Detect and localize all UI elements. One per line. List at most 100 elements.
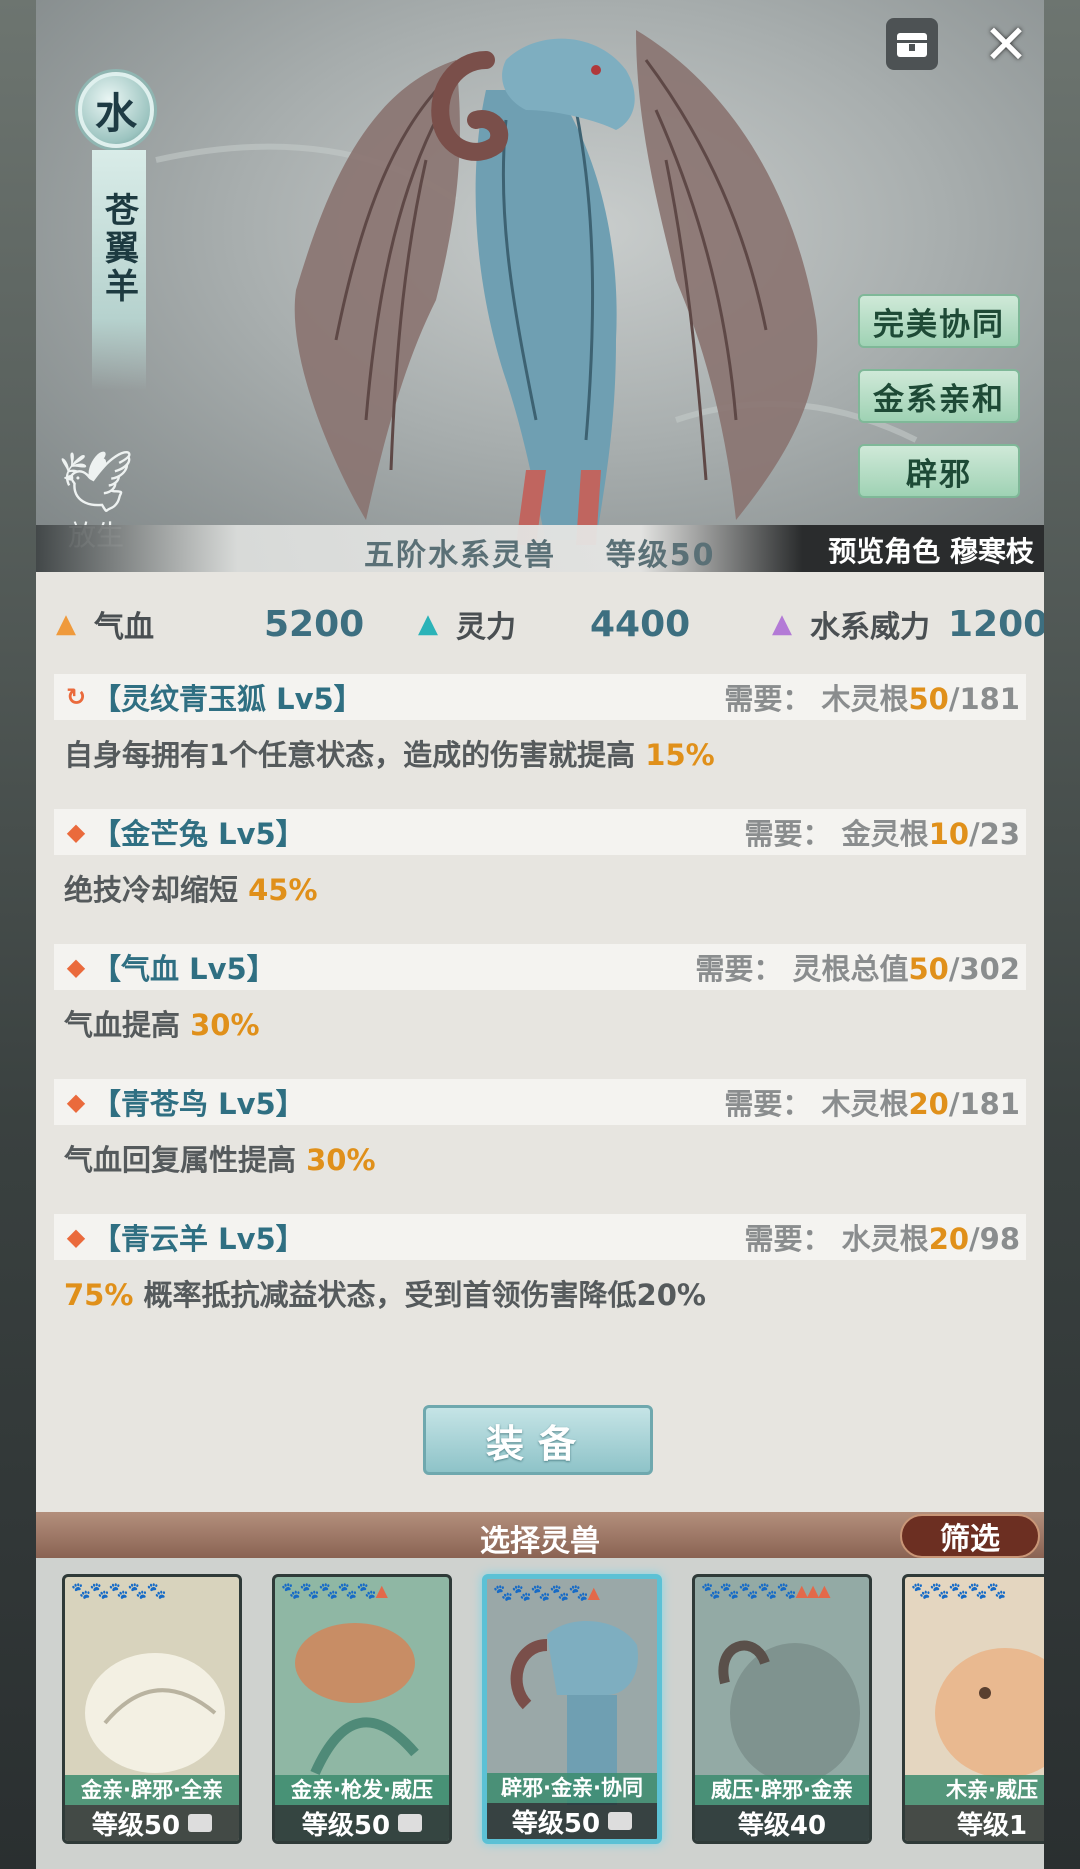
beast-card[interactable]: 🐾🐾🐾🐾🐾▲▲▲ 威压·辟邪·金亲 等级40 — [692, 1574, 872, 1844]
req-max: /181 — [948, 1087, 1020, 1121]
skill-entry[interactable]: ◆ 【青苍鸟 Lv5】 需要： 木灵根20/181 气血回复属性提高 30% — [54, 1079, 1026, 1179]
skill-entry[interactable]: ◆ 【金芒兔 Lv5】 需要： 金灵根10/23 绝技冷却缩短 45% — [54, 809, 1026, 909]
desc-text: 气血回复属性提高 — [64, 1143, 307, 1177]
req-max: /98 — [969, 1222, 1020, 1256]
stat-value: 4400 — [590, 603, 691, 645]
stats-row: ▲ 气血 5200 ▲ 灵力 4400 ▲ 水系威力 1200 — [36, 596, 1044, 652]
req-current: 10 — [928, 817, 970, 851]
preview-character-label: 预览角色 穆寒枝 — [828, 535, 1034, 568]
req-label: 需要： — [744, 1222, 832, 1256]
close-icon: ✕ — [983, 12, 1029, 76]
desc-highlight: 30% — [190, 1008, 260, 1042]
equip-button[interactable]: 装备 — [423, 1405, 653, 1475]
close-button[interactable]: ✕ — [980, 13, 1032, 76]
beast-card-selected[interactable]: 🐾🐾🐾🐾🐾▲ 辟邪·金亲·协同 等级50 — [482, 1574, 662, 1844]
card-level: 等级50 — [275, 1805, 449, 1841]
background-right — [1044, 0, 1080, 1869]
skill-title: ◆ 【青苍鸟 Lv5】 — [64, 1081, 305, 1123]
skill-requirement: 需要： 水灵根20/98 — [745, 1216, 1020, 1258]
skill-title: ◆ 【青云羊 Lv5】 — [64, 1216, 305, 1258]
tier-label: 五阶水系灵兽 — [364, 538, 556, 572]
paw-rating-icon: 🐾🐾🐾🐾🐾▲ — [493, 1583, 600, 1602]
cycle-icon: ↻ — [65, 683, 87, 711]
skill-entry[interactable]: ◆ 【青云羊 Lv5】 需要： 水灵根20/98 75% 概率抵抗减益状态，受到首… — [54, 1214, 1026, 1314]
skill-requirement: 需要： 金灵根10/23 — [745, 811, 1020, 853]
trait-tag-2[interactable]: 金系亲和 — [858, 369, 1020, 423]
stat-spirit: ▲ 灵力 4400 — [418, 596, 690, 652]
desc-highlight: 75% — [64, 1278, 134, 1312]
skill-description: 绝技冷却缩短 45% — [54, 855, 1026, 909]
desc-highlight: 15% — [645, 738, 715, 772]
skill-name: 【金芒兔 Lv5】 — [92, 817, 305, 851]
trait-tag-1[interactable]: 完美协同 — [858, 294, 1020, 348]
paw-rating-icon: 🐾🐾🐾🐾🐾▲▲▲ — [701, 1581, 831, 1600]
desc-text: 自身每拥有1个任意状态，造成的伤害就提高 — [64, 738, 646, 772]
diamond-icon: ◆ — [66, 1223, 86, 1251]
card-level-text: 等级50 — [511, 1808, 601, 1839]
beast-art — [85, 1653, 225, 1773]
card-tags: 金亲·枪发·威压 — [275, 1775, 449, 1805]
skill-entry[interactable]: ◆ 【气血 Lv5】 需要： 灵根总值50/302 气血提高 30% — [54, 944, 1026, 1044]
beast-portrait-area: 水 苍翼羊 🕊 放生 ✕ 完美协同 金系亲和 辟邪 五阶水系灵兽 等级50 预览… — [36, 0, 1044, 572]
beast-detail-panel: 水 苍翼羊 🕊 放生 ✕ 完美协同 金系亲和 辟邪 五阶水系灵兽 等级50 预览… — [36, 0, 1044, 1869]
skill-requirement: 需要： 木灵根50/181 — [724, 676, 1020, 718]
stat-hp: ▲ 气血 5200 — [56, 596, 364, 652]
lock-button[interactable] — [886, 18, 938, 70]
paw-rating-icon: 🐾🐾🐾🐾🐾 — [71, 1581, 167, 1600]
skill-title: ◆ 【金芒兔 Lv5】 — [64, 811, 305, 853]
req-label: 需要： — [724, 1087, 812, 1121]
req-root: 木灵根 — [821, 1087, 909, 1121]
card-level-text: 等级50 — [91, 1810, 181, 1841]
req-root: 金灵根 — [841, 817, 929, 851]
stat-label: 水系威力 — [810, 610, 930, 645]
select-beast-title: 选择灵兽 — [480, 1524, 600, 1559]
card-level: 等级40 — [695, 1805, 869, 1841]
skill-description: 自身每拥有1个任意状态，造成的伤害就提高 15% — [54, 720, 1026, 774]
beast-card[interactable]: 🐾🐾🐾🐾🐾▲ 金亲·枪发·威压 等级50 — [272, 1574, 452, 1844]
desc-highlight: 45% — [248, 873, 318, 907]
skill-title: ↻ 【灵纹青玉狐 Lv5】 — [64, 676, 363, 718]
skill-description: 气血提高 30% — [54, 990, 1026, 1044]
skill-name: 【灵纹青玉狐 Lv5】 — [92, 682, 363, 716]
req-label: 需要： — [744, 817, 832, 851]
beast-card[interactable]: 🐾🐾🐾🐾🐾 金亲·辟邪·全亲 等级50 — [62, 1574, 242, 1844]
req-max: /181 — [948, 682, 1020, 716]
req-max: /23 — [969, 817, 1020, 851]
trait-tag-3[interactable]: 辟邪 — [858, 444, 1020, 498]
skill-header: ◆ 【气血 Lv5】 需要： 灵根总值50/302 — [54, 944, 1026, 990]
card-level-text: 等级1 — [956, 1810, 1028, 1841]
beast-name-banner: 苍翼羊 — [92, 150, 146, 390]
beast-card[interactable]: 🐾🐾🐾🐾🐾 木亲·威压 等级1 — [902, 1574, 1044, 1844]
card-tags: 辟邪·金亲·协同 — [487, 1773, 657, 1803]
skill-name: 【气血 Lv5】 — [92, 952, 276, 986]
lock-icon — [897, 33, 927, 57]
lock-icon — [398, 1814, 423, 1832]
req-label: 需要： — [724, 682, 812, 716]
card-level-text: 等级40 — [737, 1810, 827, 1841]
triangle-icon: ▲ — [56, 609, 76, 639]
level-value: 50 — [669, 538, 716, 572]
desc-text: 概率抵抗减益状态，受到首领伤害降低20% — [133, 1278, 706, 1312]
stat-value: 1200 — [948, 603, 1044, 645]
stat-water-power: ▲ 水系威力 1200 — [772, 596, 1044, 652]
tier-level-bar: 五阶水系灵兽 等级50 预览角色 穆寒枝 — [36, 525, 1044, 572]
beast-card-list[interactable]: 🐾🐾🐾🐾🐾 金亲·辟邪·全亲 等级50 🐾🐾🐾🐾🐾▲ 金亲·枪发·威压 等级50… — [36, 1558, 1044, 1869]
triangle-icon: ▲ — [418, 609, 438, 639]
skill-entry[interactable]: ↻ 【灵纹青玉狐 Lv5】 需要： 木灵根50/181 自身每拥有1个任意状态，造… — [54, 674, 1026, 774]
skill-description: 气血回复属性提高 30% — [54, 1125, 1026, 1179]
card-level: 等级1 — [905, 1805, 1044, 1841]
paw-rating-icon: 🐾🐾🐾🐾🐾▲ — [281, 1581, 388, 1600]
element-badge: 水 — [78, 72, 154, 148]
req-root: 灵根总值 — [792, 952, 909, 986]
triangle-icon: ▲ — [772, 609, 792, 639]
beast-art — [718, 1640, 860, 1783]
desc-highlight: 30% — [306, 1143, 376, 1177]
req-label: 需要： — [695, 952, 783, 986]
beast-art — [295, 1623, 419, 1776]
req-current: 20 — [928, 1222, 970, 1256]
stat-value: 5200 — [264, 603, 365, 645]
filter-button[interactable]: 筛选 — [900, 1514, 1040, 1558]
skill-requirement: 需要： 木灵根20/181 — [724, 1081, 1020, 1123]
background-left — [0, 0, 40, 1869]
desc-text: 绝技冷却缩短 — [64, 873, 249, 907]
